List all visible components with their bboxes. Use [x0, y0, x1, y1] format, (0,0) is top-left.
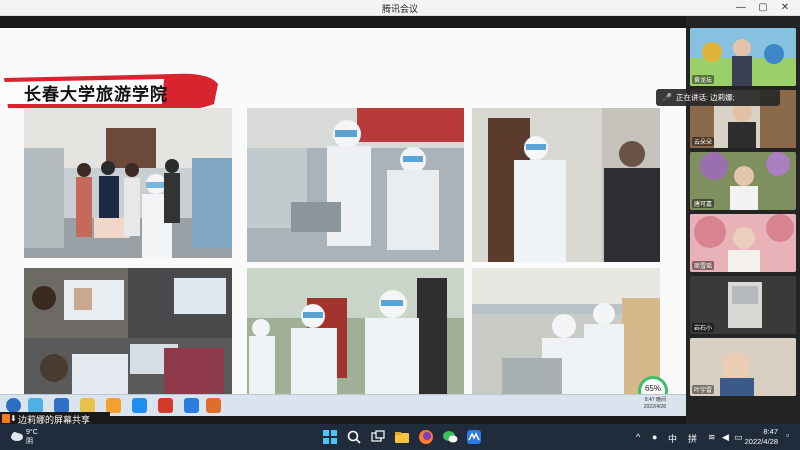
- photo-volunteers-outdoor: [247, 268, 464, 408]
- participant-name: 商雪瑶: [692, 261, 715, 270]
- maximize-button[interactable]: ▢: [752, 0, 774, 16]
- participant-name: 唐可嘉: [692, 199, 715, 208]
- photo-online-class-laptops: [24, 268, 232, 408]
- photo-medical-team-seated: [247, 108, 464, 262]
- search-icon[interactable]: [346, 429, 362, 445]
- clock-time: 8:47: [763, 427, 778, 436]
- mic-icon: ⬇: [10, 414, 17, 423]
- participants-panel: 黄龙坛 云朵朵 唐可嘉 商雪瑶 岩石小 叶宇雷: [686, 16, 800, 424]
- weather-widget[interactable]: 9°C 阴: [26, 428, 38, 446]
- system-clock[interactable]: 8:47 2022/4/28: [745, 427, 778, 447]
- minimize-button[interactable]: —: [730, 0, 752, 16]
- shared-screen[interactable]: 长春大学旅游学院 65% 8:47 晚间 2022/4/28: [0, 16, 686, 424]
- ie-icon: [132, 398, 147, 413]
- wifi-icon[interactable]: ≋: [708, 432, 716, 443]
- presentation-slide: 长春大学旅游学院 65%: [0, 28, 686, 412]
- clock-date: 2022/4/28: [744, 437, 778, 446]
- ime-mode[interactable]: 拼: [688, 432, 697, 445]
- wps-icon: [158, 398, 173, 413]
- chevron-up-icon[interactable]: ^: [636, 432, 640, 442]
- weather-cond: 阴: [26, 438, 33, 445]
- participant-tile[interactable]: 商雪瑶: [690, 214, 796, 272]
- media-icon: [106, 398, 121, 413]
- close-button[interactable]: ✕: [774, 0, 796, 16]
- window-title: 腾讯会议: [381, 4, 418, 14]
- wechat-icon[interactable]: [442, 429, 458, 445]
- participant-name: 云朵朵: [692, 137, 715, 146]
- photo-volunteer-at-door: [472, 108, 660, 262]
- gauge-percent: 65%: [644, 384, 661, 393]
- windows-start-icon[interactable]: [322, 429, 338, 445]
- folder-icon[interactable]: [394, 429, 410, 445]
- windows-taskbar: 9°C 阴 ^ ● 中 拼 ≋ ◀ ▭ 8:47 2022/4/28 ▫: [0, 424, 800, 450]
- window-titlebar: 腾讯会议 — ▢ ✕: [0, 0, 800, 16]
- photo-students-with-volunteer: [24, 108, 232, 258]
- participant-tile[interactable]: 岩石小: [690, 276, 796, 334]
- weather-temp: 9°C: [26, 429, 38, 436]
- task-view-icon[interactable]: [370, 429, 386, 445]
- participant-tile[interactable]: 黄龙坛: [690, 28, 796, 86]
- mic-tray-icon[interactable]: ●: [652, 432, 657, 442]
- participant-tile[interactable]: 唐可嘉: [690, 152, 796, 210]
- volume-icon[interactable]: ◀: [722, 432, 729, 443]
- cloud-icon[interactable]: [10, 428, 24, 446]
- folder-icon: [80, 398, 95, 413]
- browser-icon: [28, 398, 43, 413]
- notification-icon[interactable]: ▫: [786, 430, 789, 440]
- share-stop-icon: [2, 414, 10, 423]
- participant-name: 岩石小: [692, 323, 715, 332]
- search-icon: [54, 398, 69, 413]
- participant-name: 叶宇雷: [692, 385, 715, 394]
- photo-supermarket-volunteers: [472, 268, 660, 408]
- slide-title: 长春大学旅游学院: [24, 85, 168, 105]
- participant-tile[interactable]: 叶宇雷: [690, 338, 796, 396]
- ime-language[interactable]: 中: [668, 432, 677, 445]
- tencent-meeting-icon[interactable]: [466, 429, 482, 445]
- meeting-app-icon: [184, 398, 199, 413]
- speaker-icon: 🎤: [662, 93, 672, 102]
- start-orb-icon: [6, 398, 21, 413]
- battery-icon[interactable]: ▭: [734, 432, 743, 443]
- inner-tray-clock: 8:47 晚间 2022/4/28: [643, 397, 666, 410]
- firefox-icon[interactable]: [418, 429, 434, 445]
- slides-app-icon: [206, 398, 221, 413]
- participant-name: 黄龙坛: [692, 75, 715, 84]
- speaking-indicator: 🎤 正在讲话: 边莉娜;: [656, 89, 780, 106]
- speaking-text: 正在讲话: 边莉娜;: [676, 93, 735, 102]
